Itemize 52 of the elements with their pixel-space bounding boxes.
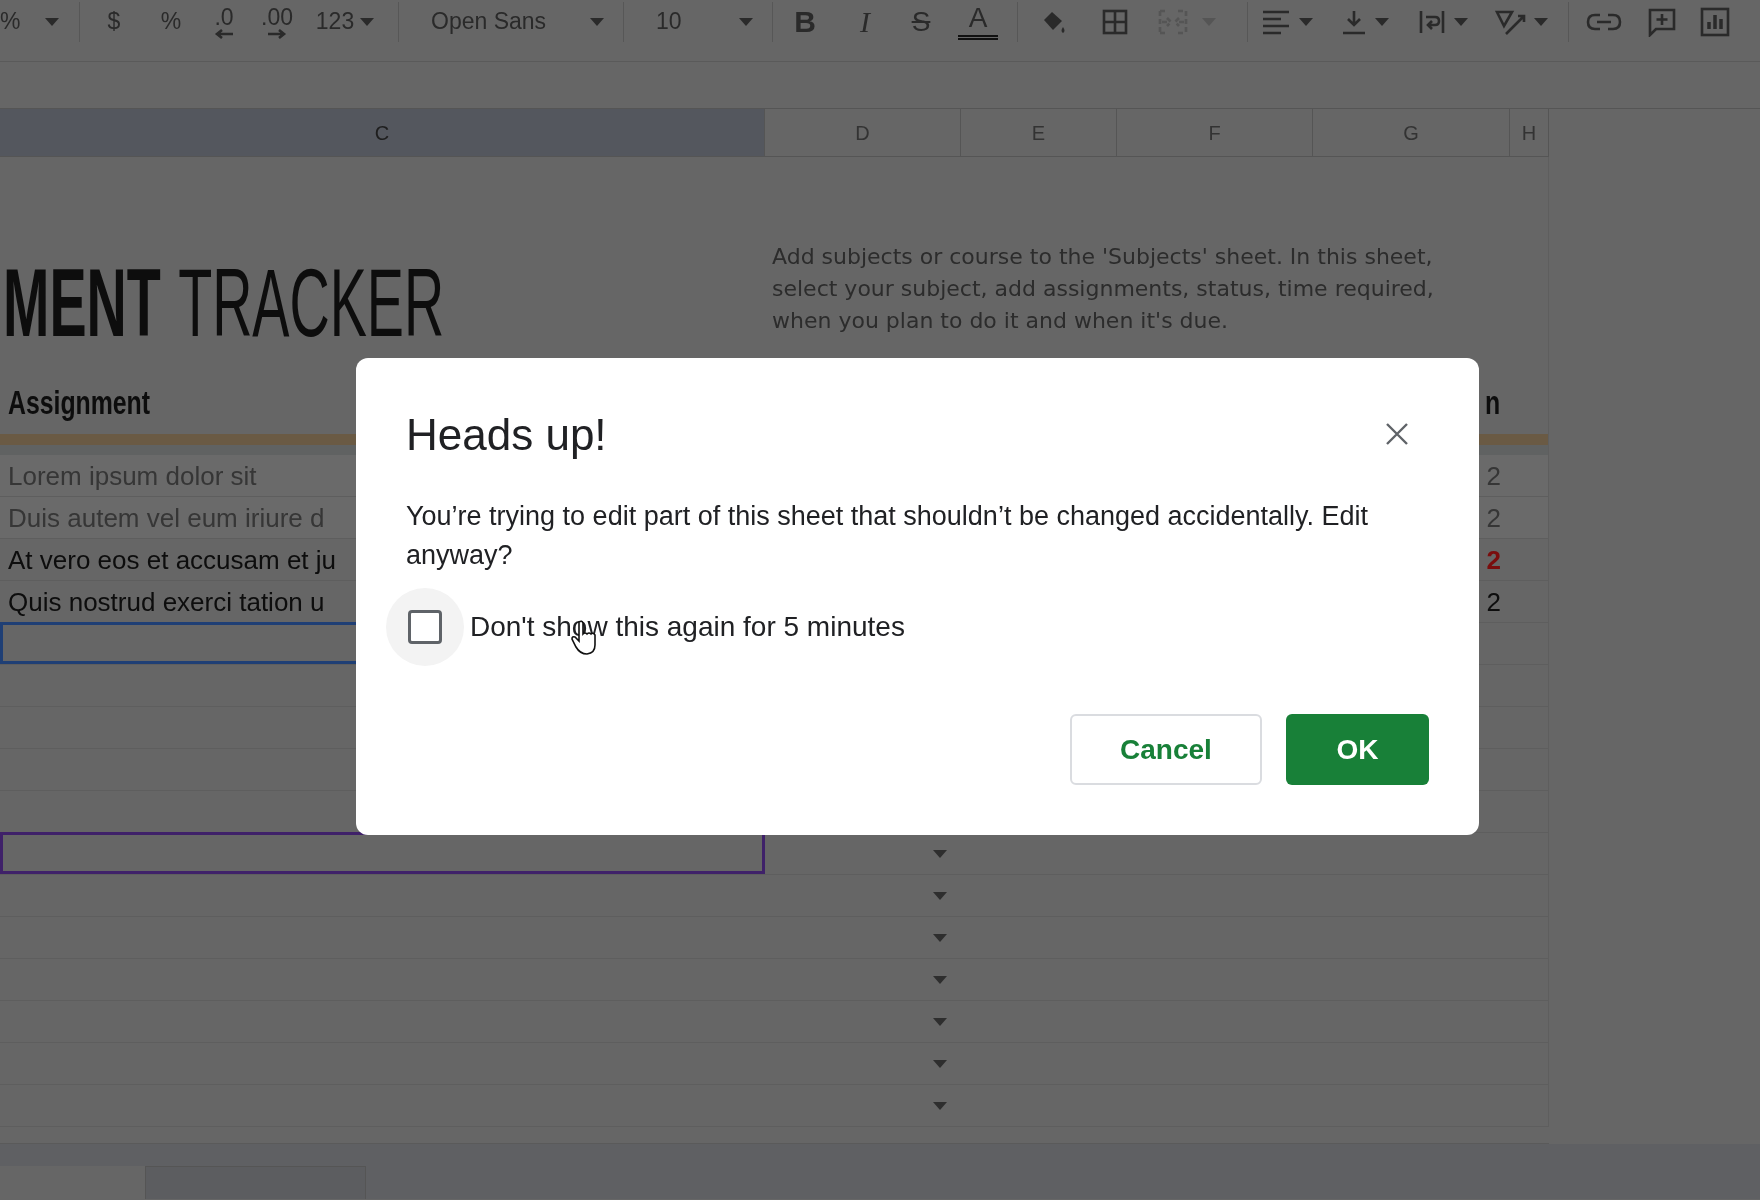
dropdown-arrow-icon[interactable] <box>933 1018 947 1026</box>
bold-button[interactable]: B <box>794 0 816 44</box>
align-bottom-icon[interactable] <box>1341 8 1367 35</box>
dialog-message: You’re trying to edit part of this sheet that shouldn’t be changed accidentally. Edit anyway? <box>406 500 1370 572</box>
checkbox[interactable] <box>408 610 442 644</box>
caret-icon[interactable] <box>1454 17 1468 26</box>
caret-icon[interactable] <box>739 17 753 26</box>
caret-icon[interactable] <box>360 17 375 26</box>
zoom-button[interactable]: % <box>0 4 21 39</box>
align-left-icon[interactable] <box>1261 8 1291 35</box>
dropdown-arrow-icon[interactable] <box>933 850 947 858</box>
decrease-decimals-button[interactable]: .0 <box>213 1 235 42</box>
chart-icon[interactable] <box>1700 6 1730 37</box>
dropdown-arrow-icon[interactable] <box>933 934 947 942</box>
sheet-description: Add subjects or course to the 'Subjects' sheet. In this sheet, select your subject, add assignments, status, time required, when you plan to do it and when it's due. <box>772 243 1435 335</box>
column-heading: n <box>1485 382 1501 423</box>
caret-icon[interactable] <box>590 17 604 26</box>
percent-button[interactable]: % <box>160 4 182 39</box>
text-color-button[interactable]: A <box>958 3 998 40</box>
caret-icon[interactable] <box>1299 17 1313 26</box>
table-cell: At vero eos et accusam et ju <box>8 544 337 576</box>
column-header[interactable]: C <box>0 109 765 156</box>
table-cell: 2 <box>1486 586 1501 618</box>
italic-button[interactable]: I <box>860 0 870 44</box>
caret-icon[interactable] <box>1534 17 1548 26</box>
column-heading: Assignment <box>8 382 151 423</box>
caret-icon[interactable] <box>44 17 59 26</box>
link-icon[interactable] <box>1586 11 1622 32</box>
table-cell: 2 <box>1486 544 1501 576</box>
sheet-title: MENT <box>3 253 161 353</box>
text-wrap-icon[interactable] <box>1418 8 1446 35</box>
font-size-dropdown[interactable]: 10 <box>656 4 682 39</box>
ok-button[interactable]: OK <box>1286 714 1429 785</box>
font-dropdown[interactable]: Open Sans <box>431 4 547 39</box>
increase-decimals-button[interactable]: .00 <box>261 1 293 42</box>
strikethrough-button[interactable]: S <box>911 0 931 43</box>
dialog-title: Heads up! <box>406 409 607 461</box>
currency-button[interactable]: $ <box>107 4 121 39</box>
number-format-button[interactable]: 123 <box>315 4 355 39</box>
borders-icon[interactable] <box>1102 8 1128 35</box>
caret-icon[interactable] <box>1375 17 1389 26</box>
dropdown-arrow-icon[interactable] <box>933 1060 947 1068</box>
sheet-title: TRACKER <box>178 253 445 353</box>
cancel-button[interactable]: Cancel <box>1070 714 1262 785</box>
dropdown-arrow-icon[interactable] <box>933 976 947 984</box>
table-cell: Quis nostrud exerci tation u <box>8 586 325 618</box>
arrow-left-icon <box>213 28 235 39</box>
close-icon[interactable] <box>1385 422 1409 446</box>
dropdown-arrow-icon[interactable] <box>933 892 947 900</box>
arrow-right-icon <box>266 28 288 39</box>
dropdown-arrow-icon[interactable] <box>933 1102 947 1110</box>
comment-icon[interactable] <box>1647 6 1677 37</box>
